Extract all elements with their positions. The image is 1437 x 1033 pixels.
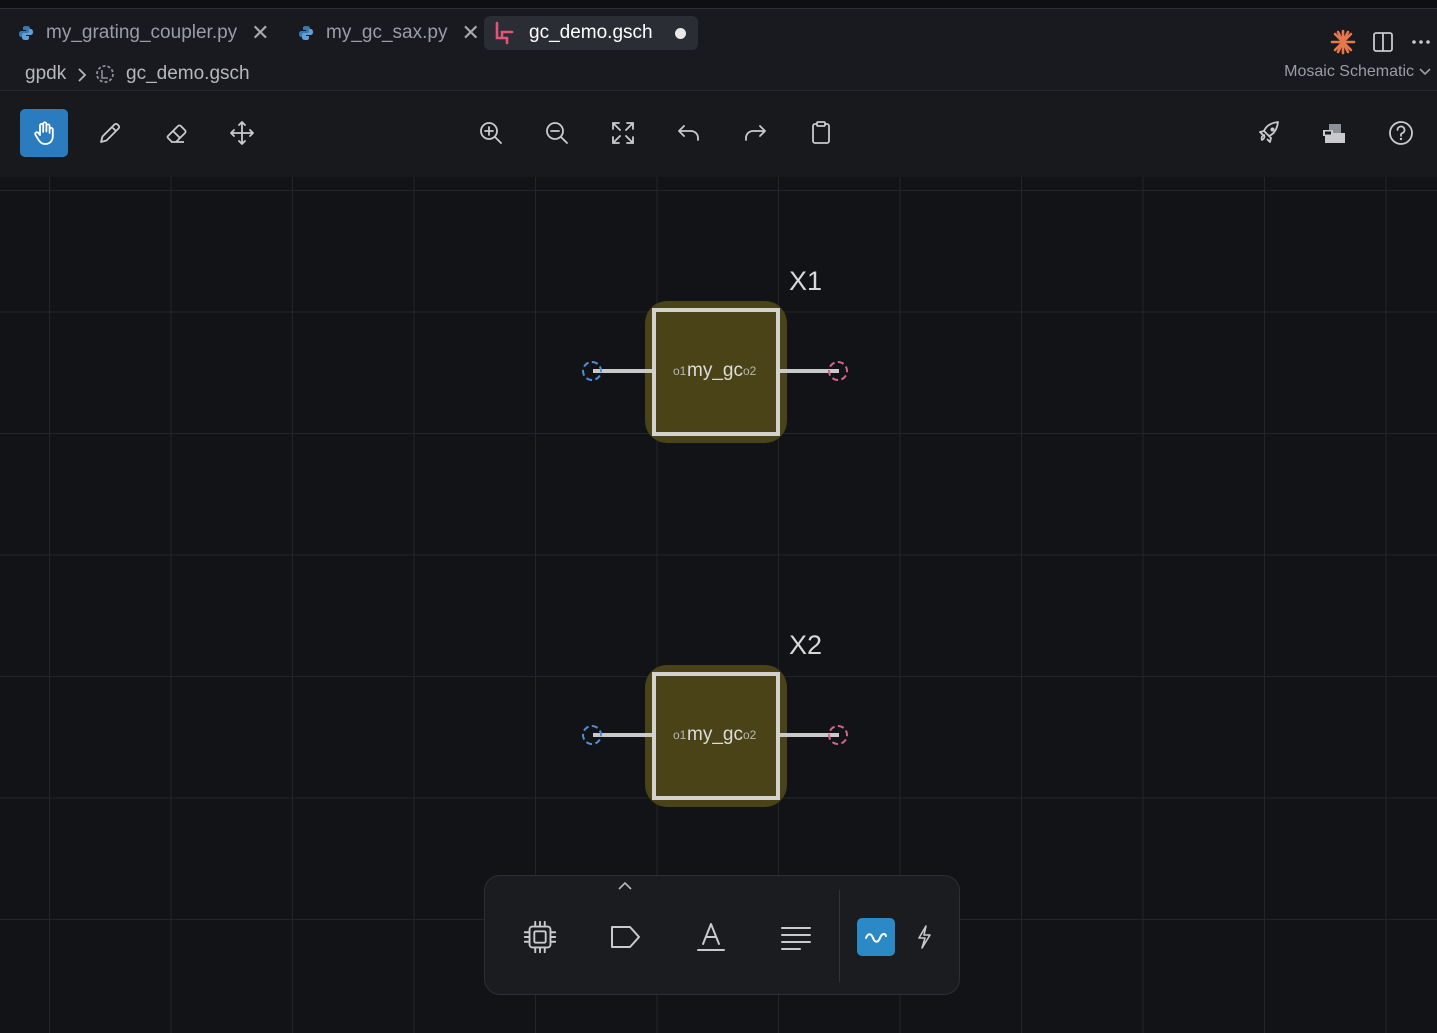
netlist-button[interactable] — [1311, 109, 1359, 157]
electrical-icon — [918, 925, 931, 949]
python-icon — [299, 26, 313, 40]
draw-tool-button[interactable] — [86, 109, 134, 157]
pan-tool-button[interactable] — [20, 109, 68, 157]
optical-mode-button[interactable] — [857, 918, 895, 956]
tab-my-grating-coupler[interactable]: my_grating_coupler.py ✕ — [18, 16, 270, 50]
port-label-out: o2 — [743, 728, 757, 742]
tab-label: my_grating_coupler.py — [46, 22, 238, 43]
add-component-button[interactable] — [521, 918, 559, 956]
output-port-pin[interactable] — [828, 361, 848, 381]
input-port-pin[interactable] — [582, 361, 602, 381]
help-button[interactable] — [1377, 109, 1425, 157]
breadcrumb-root[interactable]: gpdk — [25, 63, 66, 85]
tab-label: my_gc_sax.py — [326, 22, 448, 43]
breadcrumb: gpdk gc_demo.gsch Mosaic Schematic — [0, 59, 1437, 90]
pan-hand-icon — [34, 121, 54, 145]
clipboard-icon — [812, 121, 830, 144]
split-editor-icon[interactable] — [1370, 29, 1396, 55]
electrical-mode-button[interactable] — [905, 918, 943, 956]
schematic-icon — [495, 21, 514, 45]
chevron-up-icon — [618, 881, 632, 890]
port-label-out: o2 — [743, 364, 757, 378]
help-icon — [1389, 121, 1413, 145]
editor-mode-label: Mosaic Schematic — [1284, 63, 1414, 80]
rocket-icon — [1259, 121, 1279, 143]
editor-mode-select[interactable]: Mosaic Schematic — [1284, 63, 1431, 81]
port-label-in: o1 — [673, 364, 687, 378]
instance-label: X2 — [789, 630, 823, 660]
zoom-out-icon — [546, 122, 568, 144]
chevron-right-icon — [78, 68, 87, 82]
output-port-pin[interactable] — [828, 725, 848, 745]
palette-divider — [839, 890, 840, 982]
close-icon[interactable]: ✕ — [461, 22, 479, 44]
more-actions-icon[interactable] — [1408, 29, 1434, 55]
breadcrumb-file[interactable]: gc_demo.gsch — [126, 63, 250, 85]
zoom-in-button[interactable] — [467, 109, 515, 157]
redo-icon — [745, 125, 766, 141]
window-top-border — [0, 0, 1437, 9]
add-text-button[interactable] — [692, 918, 730, 956]
simulate-button[interactable] — [1245, 109, 1293, 157]
close-icon[interactable]: ✕ — [251, 22, 269, 44]
redo-button[interactable] — [731, 109, 779, 157]
pencil-icon — [100, 122, 121, 143]
align-icon — [781, 927, 811, 950]
chevron-down-icon — [1419, 68, 1431, 76]
instance-label: X1 — [789, 266, 823, 296]
eraser-icon — [166, 124, 187, 143]
align-button[interactable] — [777, 918, 815, 956]
fit-view-icon — [612, 122, 634, 144]
move-tool-button[interactable] — [218, 109, 266, 157]
move-icon — [230, 121, 254, 145]
tab-gc-demo[interactable]: gc_demo.gsch — [484, 16, 698, 50]
port-label-in: o1 — [673, 728, 687, 742]
label-tag-icon — [611, 926, 640, 948]
tab-label: gc_demo.gsch — [529, 22, 653, 43]
component-name: my_gc — [687, 360, 743, 381]
component-name: my_gc — [687, 724, 743, 745]
text-icon — [697, 923, 725, 951]
tab-my-gc-sax[interactable]: my_gc_sax.py ✕ — [298, 16, 480, 50]
input-port-pin[interactable] — [582, 725, 602, 745]
zoom-in-icon — [480, 122, 502, 144]
chip-icon — [523, 920, 557, 954]
schematic-file-icon — [96, 65, 114, 83]
zoom-out-button[interactable] — [533, 109, 581, 157]
expand-palette-button[interactable] — [616, 880, 634, 892]
editor-tab-bar: my_grating_coupler.py ✕ my_gc_sax.py ✕ g… — [0, 9, 1437, 59]
fit-view-button[interactable] — [599, 109, 647, 157]
clipboard-button[interactable] — [797, 109, 845, 157]
netlist-icon — [1323, 124, 1345, 143]
add-port-label-button[interactable] — [606, 918, 644, 956]
waveguide-icon — [865, 932, 887, 943]
undo-icon — [678, 125, 699, 141]
undo-button[interactable] — [665, 109, 713, 157]
erase-tool-button[interactable] — [152, 109, 200, 157]
claude-icon[interactable] — [1330, 29, 1356, 55]
component-palette — [484, 875, 960, 995]
python-icon — [19, 26, 33, 40]
schematic-toolbar — [0, 90, 1437, 178]
unsaved-indicator — [674, 27, 686, 39]
